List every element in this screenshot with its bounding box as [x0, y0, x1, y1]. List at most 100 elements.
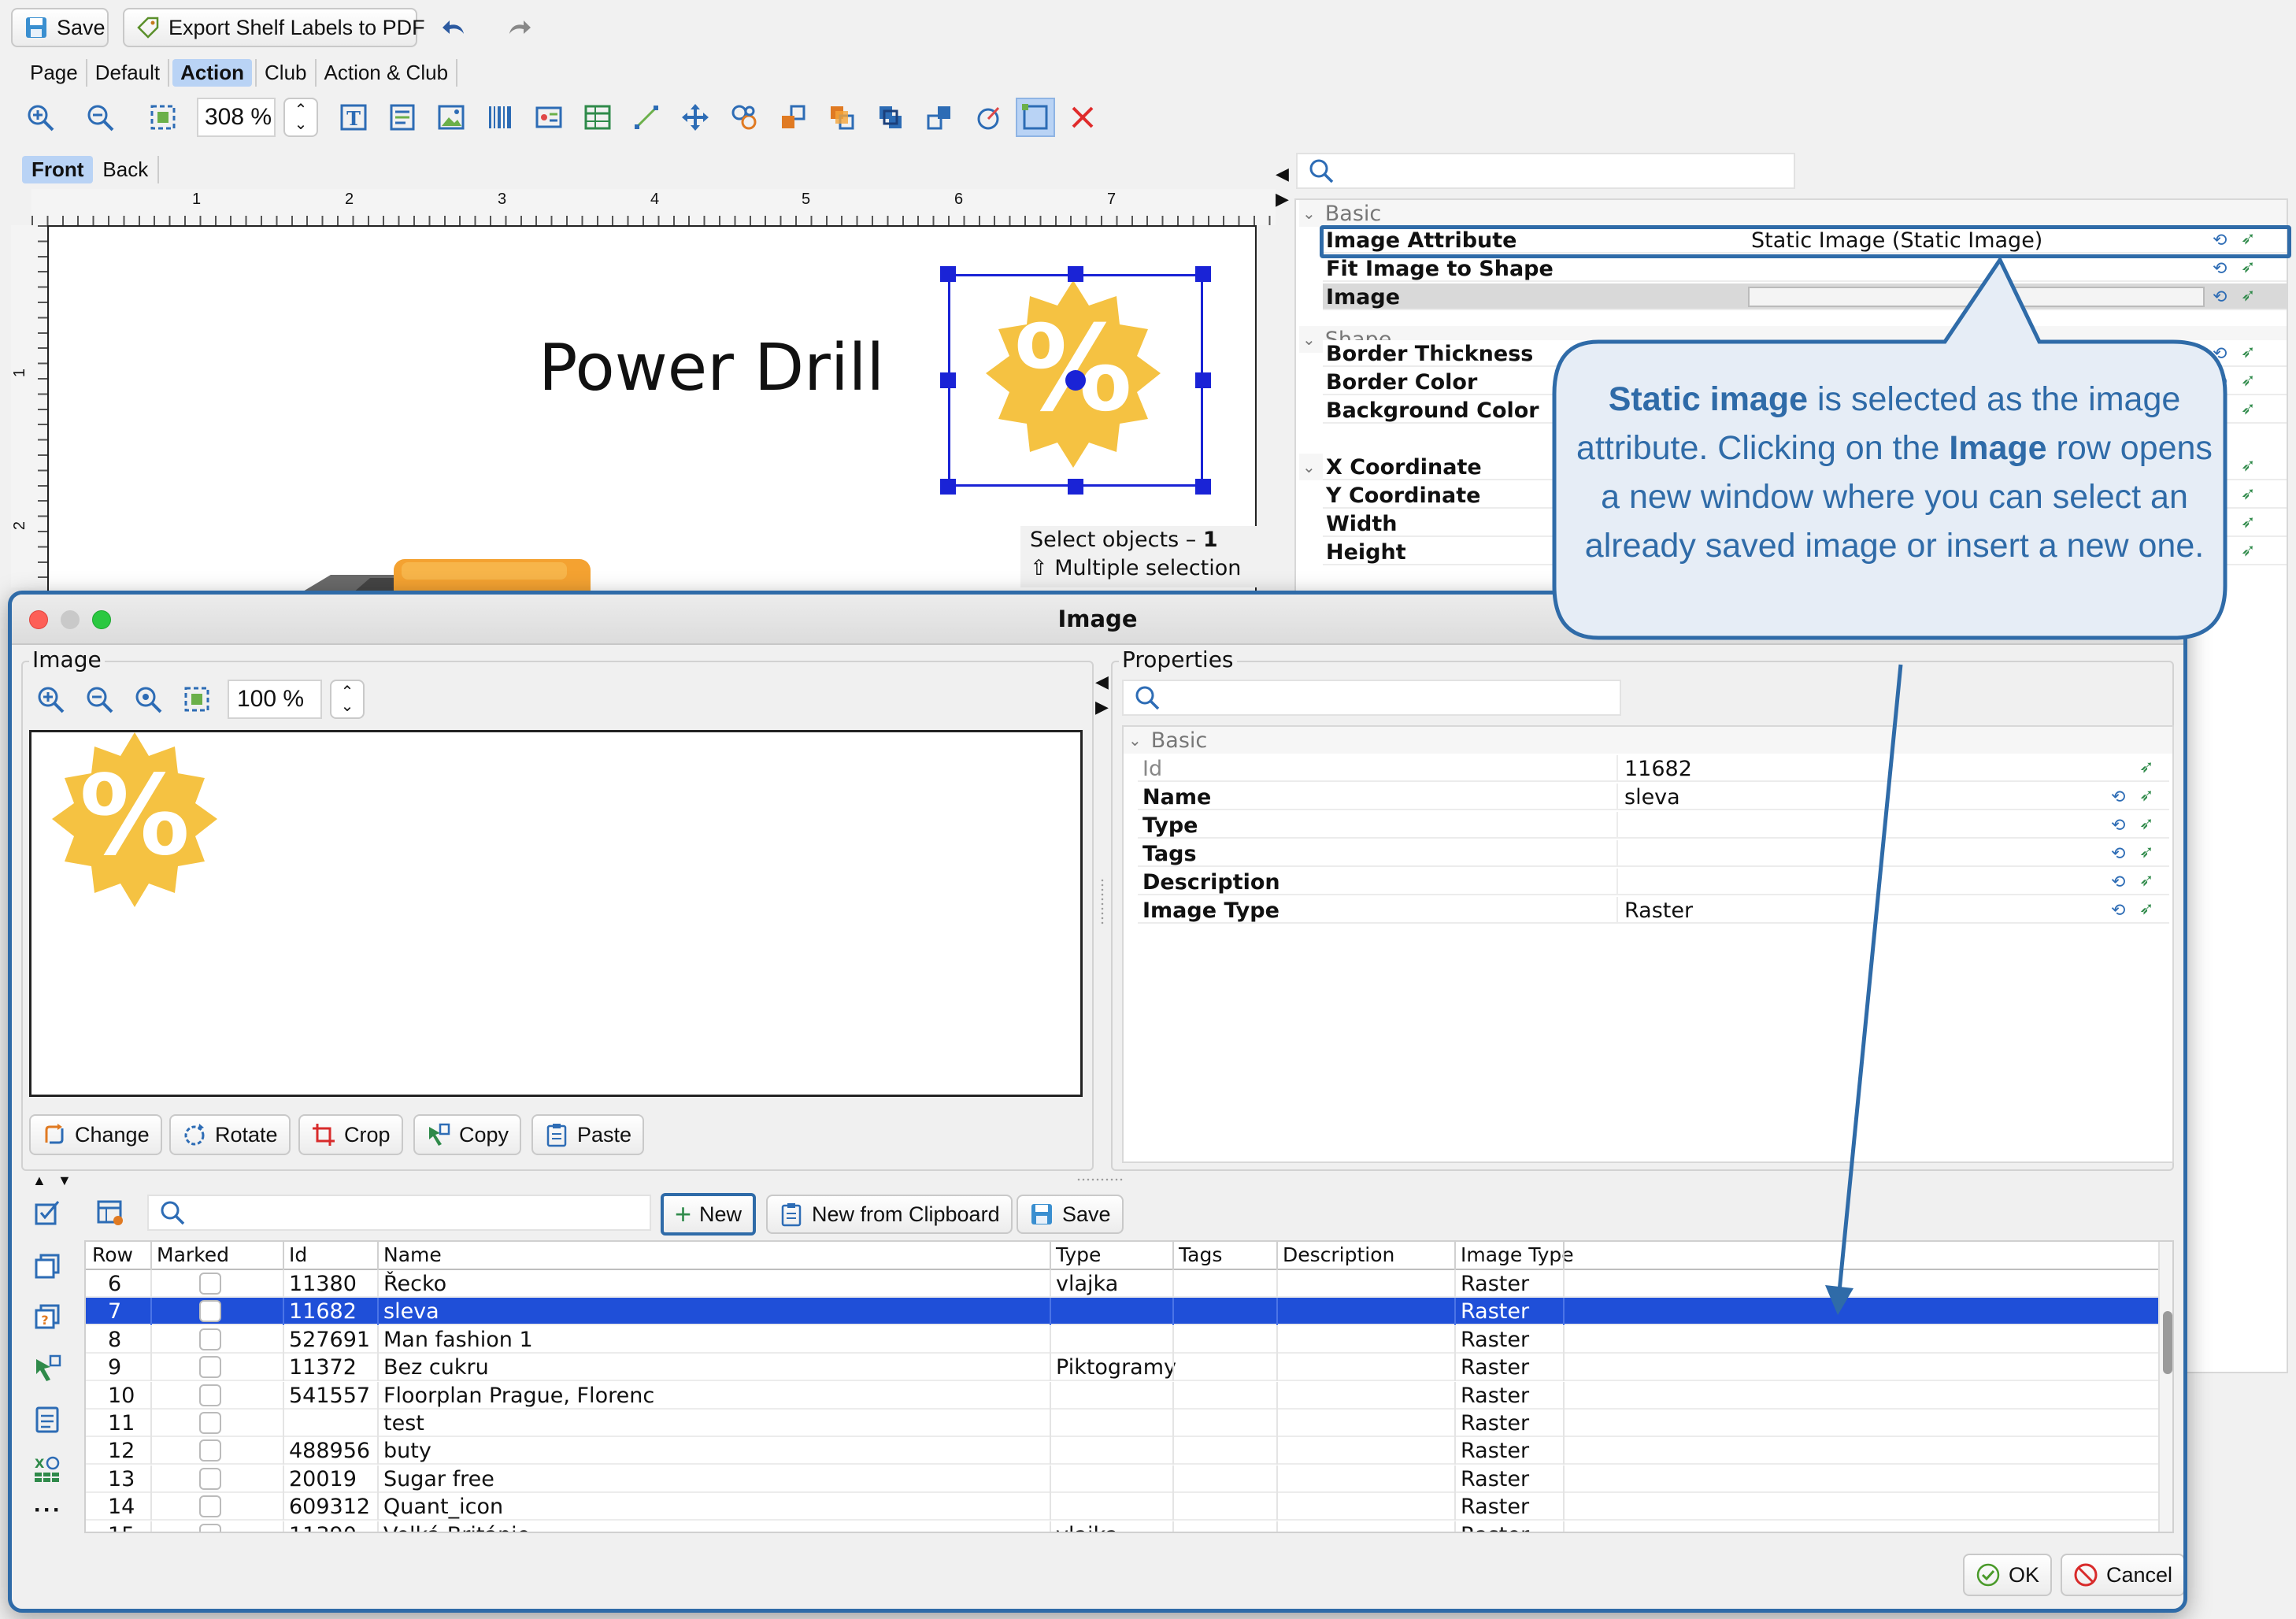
handle-br[interactable] [1195, 479, 1211, 495]
group-icon[interactable] [726, 99, 762, 135]
dialog-splitter-grip[interactable] [1100, 878, 1105, 925]
dialog-property-search[interactable] [1122, 680, 1621, 716]
marked-checkbox[interactable] [199, 1523, 221, 1532]
table-tool-icon[interactable] [580, 99, 616, 135]
export-pdf-button[interactable]: Export Shelf Labels to PDF [123, 8, 425, 47]
bring-forward-icon[interactable] [824, 99, 860, 135]
column-header[interactable]: Tags [1179, 1243, 1222, 1270]
preview-zoom-actual-icon[interactable] [130, 681, 166, 717]
center-handle[interactable] [1065, 370, 1086, 391]
preview-fit-icon[interactable] [179, 681, 215, 717]
dialog-pointer-icon[interactable]: ➶ [2139, 898, 2153, 919]
bring-front-icon[interactable] [775, 99, 811, 135]
line-tool-icon[interactable] [628, 99, 665, 135]
select-frame-icon[interactable] [1016, 98, 1055, 137]
dialog-panel-left-arrow[interactable]: ◀ [1095, 672, 1109, 692]
send-back-icon[interactable] [921, 99, 957, 135]
change-button[interactable]: Change [29, 1114, 162, 1155]
split-down-arrow[interactable]: ▼ [57, 1173, 72, 1189]
list-save-button[interactable]: Save [1017, 1195, 1124, 1234]
new-from-clipboard-button[interactable]: New from Clipboard [766, 1195, 1013, 1234]
table-row[interactable]: 8 527691 Man fashion 1 Raster [86, 1325, 2158, 1354]
preview-zoom-in-icon[interactable] [32, 681, 69, 717]
dialog-reset-icon[interactable]: ⟲ [2111, 843, 2125, 864]
paste-list-icon[interactable] [29, 1401, 65, 1437]
table-row[interactable]: 13 20019 Sugar free Raster [86, 1465, 2158, 1493]
redo-icon[interactable] [499, 9, 535, 46]
dialog-reset-icon[interactable]: ⟲ [2111, 900, 2125, 921]
name-row[interactable]: Name sleva ⟲ ➶ [1138, 784, 2169, 810]
new-image-button[interactable]: + New [661, 1193, 757, 1236]
tab-action[interactable]: Action [172, 58, 253, 87]
help-copy-icon[interactable]: ? [29, 1299, 65, 1335]
group-basic-header[interactable]: ⌄ Basic [1299, 200, 2287, 227]
table-row[interactable]: 15 11390 Velká Británie vlajka Raster [86, 1521, 2158, 1532]
barcode-icon[interactable] [482, 99, 518, 135]
undo-icon[interactable] [438, 9, 474, 46]
scrollbar-thumb[interactable] [2163, 1311, 2172, 1374]
image-type-row[interactable]: Image Type Raster ⟲ ➶ [1138, 897, 2169, 924]
tab-default[interactable]: Default [87, 58, 170, 87]
column-settings-icon[interactable] [92, 1195, 128, 1231]
dialog-reset-icon[interactable]: ⟲ [2111, 872, 2125, 892]
tab-page[interactable]: Page [22, 58, 87, 87]
image-list-search[interactable] [147, 1195, 651, 1231]
ok-button[interactable]: OK [1963, 1554, 2053, 1596]
column-header[interactable]: Description [1283, 1243, 1394, 1270]
handle-bl[interactable] [940, 479, 956, 495]
cancel-button[interactable]: Cancel [2061, 1554, 2183, 1596]
column-header[interactable]: Name [383, 1243, 442, 1270]
pointer-copy-icon[interactable] [29, 1350, 65, 1387]
property-search[interactable] [1296, 153, 1795, 189]
tab-front[interactable]: Front [22, 155, 94, 183]
text-tool-icon[interactable]: T [335, 99, 372, 135]
table-row[interactable]: 11 test Raster [86, 1410, 2158, 1437]
zoom-stepper[interactable]: ⌃ ⌄ [283, 98, 318, 137]
rotate-tool-icon[interactable] [970, 99, 1006, 135]
split-up-arrow[interactable]: ▲ [32, 1173, 46, 1189]
marked-checkbox[interactable] [199, 1273, 221, 1295]
zoom-in-icon[interactable] [22, 99, 58, 135]
handle-tc[interactable] [1068, 266, 1083, 282]
handle-tr[interactable] [1195, 266, 1211, 282]
duplicate-icon[interactable] [29, 1248, 65, 1284]
canvas-text-object[interactable]: Power Drill [539, 331, 884, 406]
preview-zoom-field[interactable]: 100 % [228, 680, 322, 719]
column-header[interactable]: Row [92, 1243, 133, 1270]
column-header[interactable]: Marked [157, 1243, 229, 1270]
marked-checkbox[interactable] [199, 1300, 221, 1323]
tab-back[interactable]: Back [93, 155, 160, 183]
marked-checkbox[interactable] [199, 1439, 221, 1462]
handle-tl[interactable] [940, 266, 956, 282]
panel-collapse-right[interactable]: ▶ [1276, 189, 1289, 209]
delete-icon[interactable] [1065, 99, 1101, 135]
select-all-icon[interactable] [29, 1195, 65, 1231]
price-tag-icon[interactable] [531, 99, 567, 135]
move-icon[interactable] [677, 99, 713, 135]
tab-action-club[interactable]: Action & Club [317, 58, 458, 87]
fit-page-icon[interactable] [145, 99, 181, 135]
column-header[interactable]: Type [1056, 1243, 1101, 1270]
dialog-pointer-icon[interactable]: ➶ [2139, 842, 2153, 862]
copy-button[interactable]: Copy [413, 1114, 522, 1155]
dialog-group-basic[interactable]: ⌄ Basic [1124, 727, 2172, 754]
table-row[interactable]: 9 11372 Bez cukru Piktogramy Raster [86, 1354, 2158, 1382]
column-header[interactable]: Id [289, 1243, 307, 1270]
crop-button[interactable]: Crop [298, 1114, 403, 1155]
save-button[interactable]: Save [11, 8, 109, 47]
horizontal-splitter-grip[interactable] [1076, 1177, 1124, 1182]
dialog-panel-right-arrow[interactable]: ▶ [1095, 697, 1109, 717]
marked-checkbox[interactable] [199, 1495, 221, 1518]
marked-checkbox[interactable] [199, 1328, 221, 1350]
handle-mr[interactable] [1195, 372, 1211, 388]
table-scrollbar[interactable] [2158, 1242, 2172, 1532]
tags-row[interactable]: Tags ⟲ ➶ [1138, 840, 2169, 867]
description-row[interactable]: Description ⟲ ➶ [1138, 869, 2169, 895]
marked-checkbox[interactable] [199, 1467, 221, 1490]
table-row[interactable]: 10 541557 Floorplan Prague, Florenc Raster [86, 1381, 2158, 1410]
handle-bc[interactable] [1068, 479, 1083, 495]
preview-zoom-stepper[interactable]: ⌃ ⌄ [330, 680, 365, 719]
zoom-field[interactable]: 308 % [197, 98, 276, 137]
handle-ml[interactable] [940, 372, 956, 388]
table-row[interactable]: 12 488956 buty Raster [86, 1437, 2158, 1465]
